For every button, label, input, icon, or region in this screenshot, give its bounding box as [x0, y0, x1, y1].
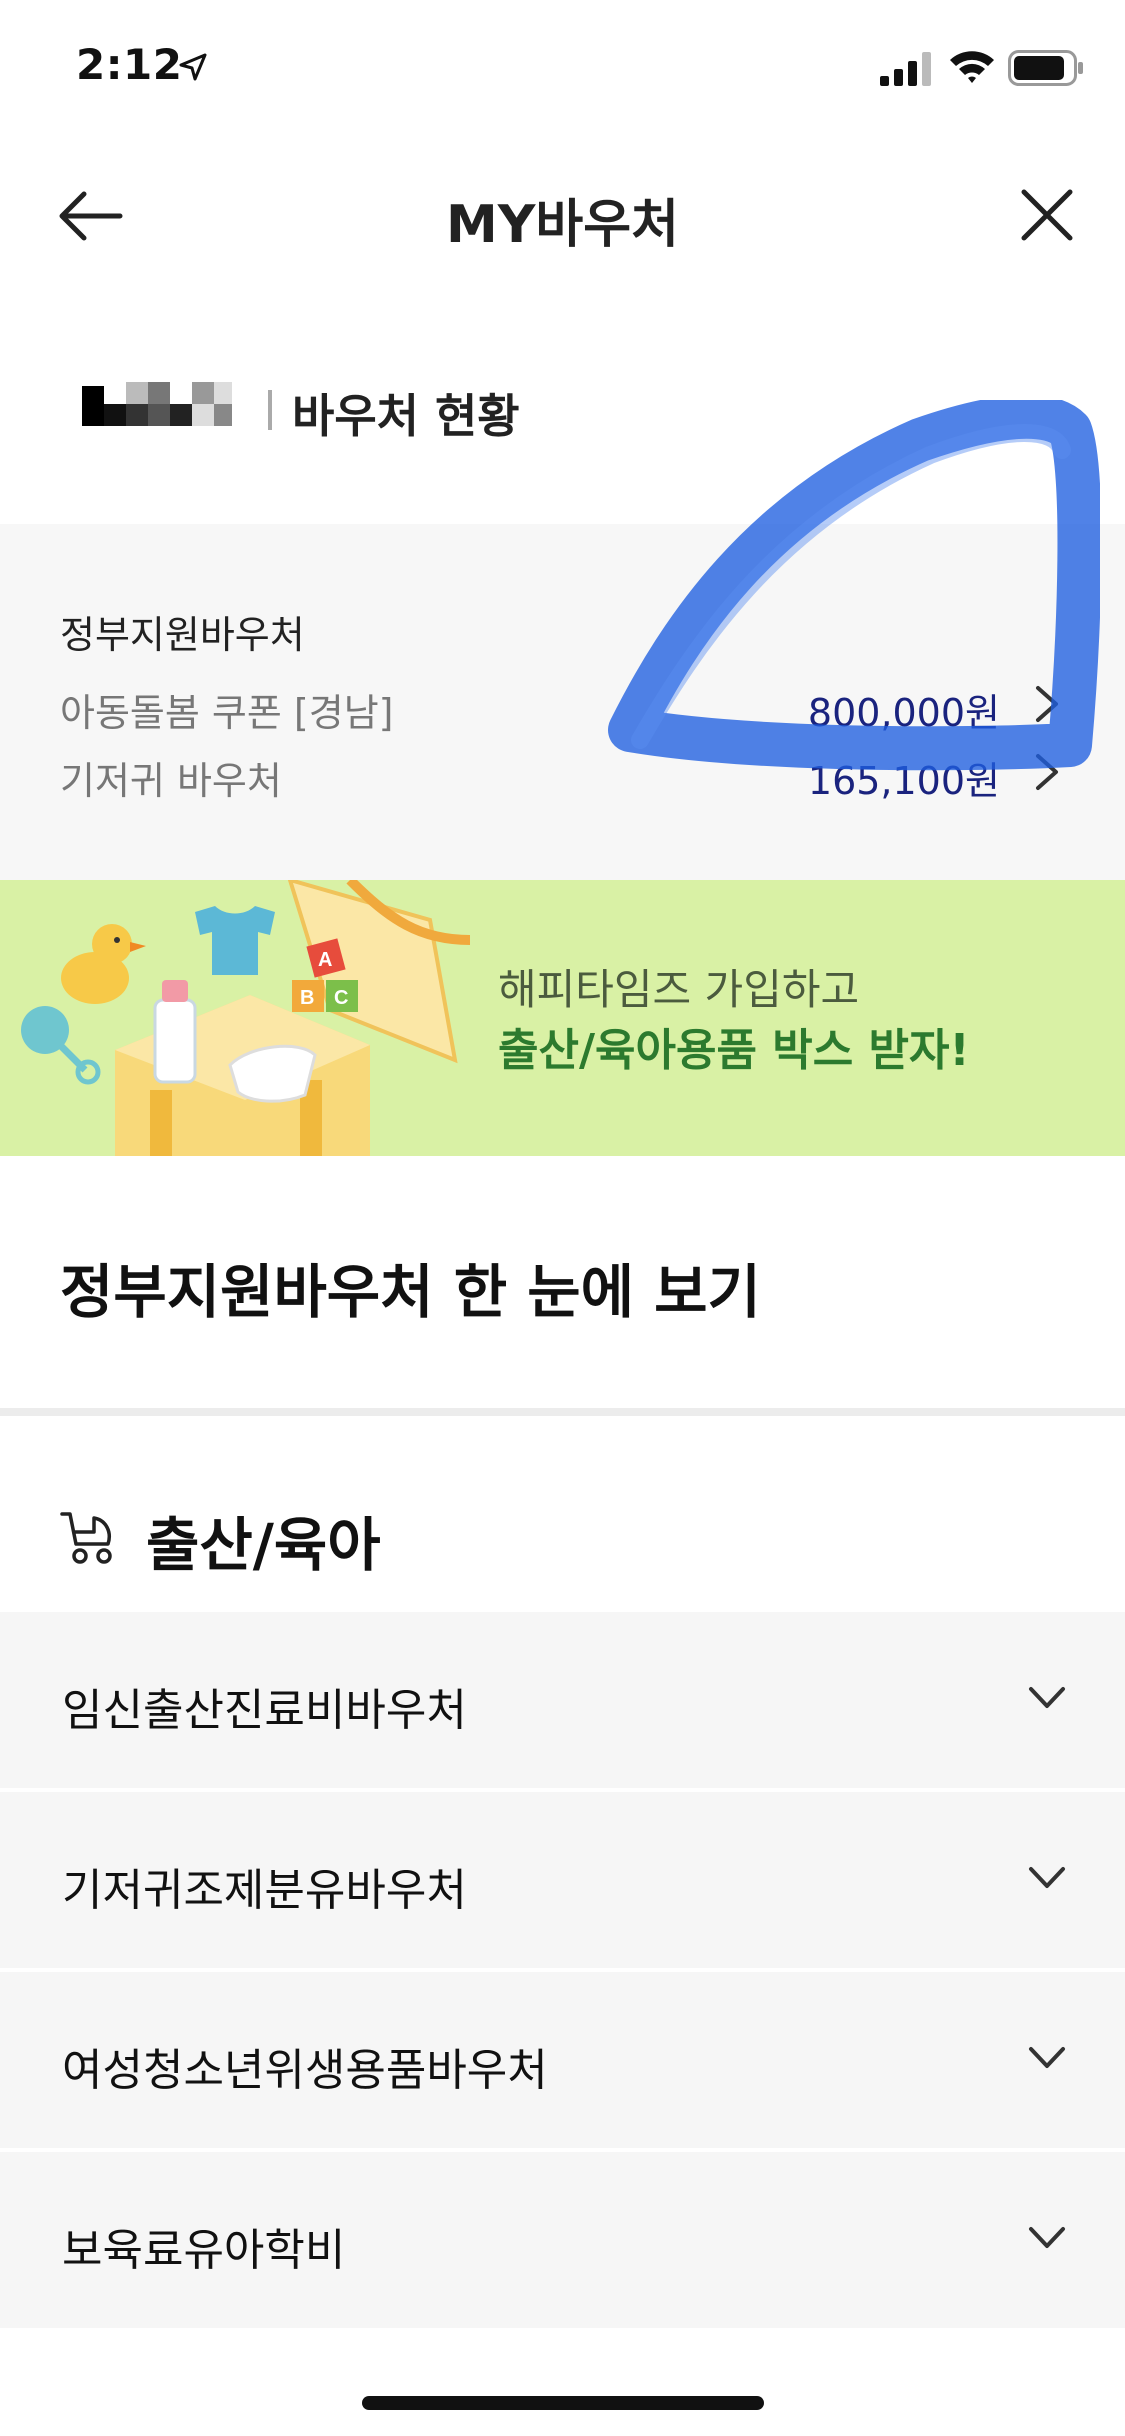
masked-user-name	[82, 382, 232, 426]
chevron-down-icon	[1029, 1687, 1065, 1708]
section-divider	[0, 1408, 1125, 1416]
category-header: 출산/육아	[58, 1490, 758, 1580]
chevron-down-icon	[1029, 2227, 1065, 2248]
block-letter: A	[318, 949, 332, 971]
block-letter: B	[300, 987, 314, 1009]
voucher-status-title: 바우처 현황	[292, 389, 520, 443]
accordion-item-diaper-formula-voucher[interactable]: 기저귀조제분유바우처	[0, 1792, 1125, 1972]
status-time: 2:12	[76, 40, 183, 89]
accordion-item-label: 임신출산진료비바우처	[62, 1685, 467, 1736]
baby-gift-box-illustration: A B C	[21, 880, 471, 1156]
chevron-right-icon	[1036, 686, 1058, 722]
voucher-name: 아동돌봄 쿠폰 [경남]	[60, 691, 394, 735]
category-title: 출산/육아	[146, 1511, 381, 1579]
stroller-icon	[60, 1512, 112, 1564]
voucher-amount: 165,100원	[807, 759, 1000, 803]
chevron-down-icon	[1029, 1867, 1065, 1888]
voucher-name: 기저귀 바우처	[60, 759, 282, 803]
overview-title: 정부지원바우처 한 눈에 보기	[60, 1258, 761, 1326]
accordion-item-hygiene-products-voucher[interactable]: 여성청소년위생용품바우처	[0, 1972, 1125, 2152]
status-bar: 2:12	[0, 0, 1125, 140]
accordion-item-label: 기저귀조제분유바우처	[62, 1865, 467, 1916]
accordion-item-childcare-fee[interactable]: 보육료유아학비	[0, 2152, 1125, 2332]
voucher-category-accordion: 임신출산진료비바우처 기저귀조제분유바우처 여성청소년위생용품바우처 보육료유아…	[0, 1612, 1125, 2332]
battery-icon	[1008, 50, 1083, 86]
close-icon[interactable]	[1018, 186, 1076, 244]
accordion-item-label: 여성청소년위생용품바우처	[62, 2045, 548, 2096]
voucher-section-title: 정부지원바우처	[60, 613, 305, 657]
cellular-signal-icon	[880, 52, 931, 86]
location-arrow-icon	[179, 53, 207, 81]
page-title: MY바우처	[446, 195, 679, 255]
happytimes-promo-banner[interactable]: A B C 해피타임즈 가입하고 출산/육아용품 박스 받자!	[0, 880, 1125, 1156]
chevron-down-icon	[1029, 2047, 1065, 2068]
voucher-status-header: 바우처 현황	[82, 360, 882, 443]
block-letter: C	[334, 987, 348, 1009]
banner-subheadline: 출산/육아용품 박스 받자!	[498, 1025, 970, 1076]
accordion-item-pregnancy-voucher[interactable]: 임신출산진료비바우처	[0, 1612, 1125, 1792]
top-navigation-bar: MY바우처	[0, 160, 1125, 270]
chevron-right-icon	[1036, 754, 1058, 790]
home-indicator[interactable]	[362, 2396, 764, 2410]
voucher-row-childcare-coupon[interactable]: 아동돌봄 쿠폰 [경남] 800,000원	[60, 674, 1070, 735]
voucher-amount: 800,000원	[807, 691, 1000, 735]
accordion-item-label: 보육료유아학비	[62, 2225, 346, 2276]
voucher-summary-panel: 정부지원바우처 아동돌봄 쿠폰 [경남] 800,000원 기저귀 바우처 16…	[0, 524, 1125, 880]
wifi-icon	[950, 51, 994, 83]
title-divider	[268, 390, 272, 430]
voucher-row-diaper-voucher[interactable]: 기저귀 바우처 165,100원	[60, 742, 1070, 803]
banner-headline: 해피타임즈 가입하고	[498, 965, 860, 1014]
